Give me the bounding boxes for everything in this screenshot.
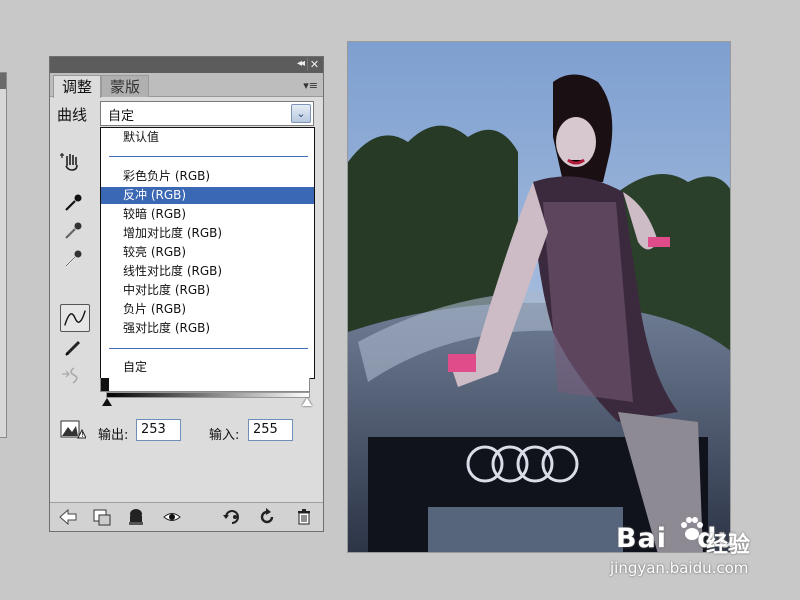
input-label: 输入: bbox=[209, 428, 240, 443]
watermark-cn: 经验 bbox=[706, 533, 751, 558]
preset-option[interactable]: 线性对比度 (RGB) bbox=[101, 263, 314, 280]
output-field[interactable]: 253 bbox=[136, 419, 181, 441]
trash-icon[interactable] bbox=[294, 507, 314, 527]
preset-value: 自定 bbox=[108, 109, 135, 124]
preset-option[interactable]: 较亮 (RGB) bbox=[101, 244, 314, 261]
dropdown-separator bbox=[109, 156, 308, 157]
preset-option-selected[interactable]: 反冲 (RGB) bbox=[101, 187, 314, 204]
baidu-watermark: Bai du 经验 jingyan.baidu.com bbox=[606, 515, 796, 585]
chevron-down-icon[interactable]: ⌄ bbox=[291, 104, 311, 123]
preset-dropdown-list: 默认值 彩色负片 (RGB) 反冲 (RGB) 较暗 (RGB) 增加对比度 (… bbox=[100, 127, 315, 379]
back-arrow-icon[interactable] bbox=[58, 507, 78, 527]
previous-state-icon[interactable] bbox=[222, 507, 242, 527]
preset-select[interactable]: 自定 ⌄ bbox=[100, 101, 314, 126]
photo-image bbox=[348, 42, 730, 552]
hand-adjust-icon[interactable] bbox=[60, 150, 82, 172]
panel-bottom-toolbar bbox=[50, 502, 323, 531]
preset-option-default[interactable]: 默认值 bbox=[101, 129, 314, 146]
black-point-marker bbox=[101, 378, 109, 391]
pencil-icon[interactable] bbox=[63, 336, 85, 358]
preset-option[interactable]: 强对比度 (RGB) bbox=[101, 320, 314, 337]
dropdown-separator bbox=[109, 348, 308, 349]
svg-text:!: ! bbox=[81, 431, 84, 439]
preset-option[interactable]: 彩色负片 (RGB) bbox=[101, 168, 314, 185]
adjacent-panel-edge bbox=[0, 72, 7, 438]
photo-canvas[interactable] bbox=[347, 41, 731, 553]
curves-graph-bottom[interactable] bbox=[100, 378, 310, 392]
panel-title-bar[interactable]: ◂◂ ✕ bbox=[50, 57, 323, 73]
input-gradient-bar bbox=[106, 392, 310, 398]
eyedropper-gray-icon[interactable] bbox=[62, 220, 84, 242]
preset-option-custom[interactable]: 自定 bbox=[101, 359, 314, 376]
white-point-slider[interactable] bbox=[302, 398, 312, 406]
tab-masks[interactable]: 蒙版 bbox=[101, 75, 150, 97]
visibility-stamp-icon[interactable] bbox=[126, 507, 146, 527]
curve-tool-icon[interactable] bbox=[60, 304, 90, 332]
eyedropper-black-icon[interactable] bbox=[62, 192, 84, 214]
input-field[interactable]: 255 bbox=[248, 419, 293, 441]
watermark-logo-bai: Bai bbox=[616, 523, 668, 554]
black-point-slider[interactable] bbox=[102, 398, 112, 406]
preset-option[interactable]: 增加对比度 (RGB) bbox=[101, 225, 314, 242]
watermark-url: jingyan.baidu.com bbox=[610, 559, 749, 577]
reset-icon[interactable] bbox=[257, 507, 277, 527]
close-icon[interactable]: ✕ bbox=[307, 58, 321, 71]
preset-option[interactable]: 较暗 (RGB) bbox=[101, 206, 314, 223]
clipping-warning-icon[interactable]: ! bbox=[60, 418, 87, 440]
output-label: 输出: bbox=[98, 428, 129, 443]
clip-layer-icon[interactable] bbox=[92, 507, 112, 527]
smooth-icon[interactable] bbox=[60, 364, 82, 386]
curves-label: 曲线 bbox=[57, 106, 88, 124]
panel-tab-row: 调整 蒙版 ▾≡ bbox=[50, 73, 323, 98]
eye-icon[interactable] bbox=[162, 507, 182, 527]
tab-adjustments[interactable]: 调整 bbox=[53, 75, 102, 98]
collapse-icon[interactable]: ◂◂ bbox=[297, 58, 305, 69]
preset-option[interactable]: 中对比度 (RGB) bbox=[101, 282, 314, 299]
eyedropper-white-icon[interactable] bbox=[62, 248, 84, 270]
baidu-paw-icon bbox=[681, 517, 703, 540]
preset-option[interactable]: 负片 (RGB) bbox=[101, 301, 314, 318]
panel-menu-icon[interactable]: ▾≡ bbox=[303, 79, 318, 92]
adjacent-panel-titlebar bbox=[0, 73, 6, 89]
